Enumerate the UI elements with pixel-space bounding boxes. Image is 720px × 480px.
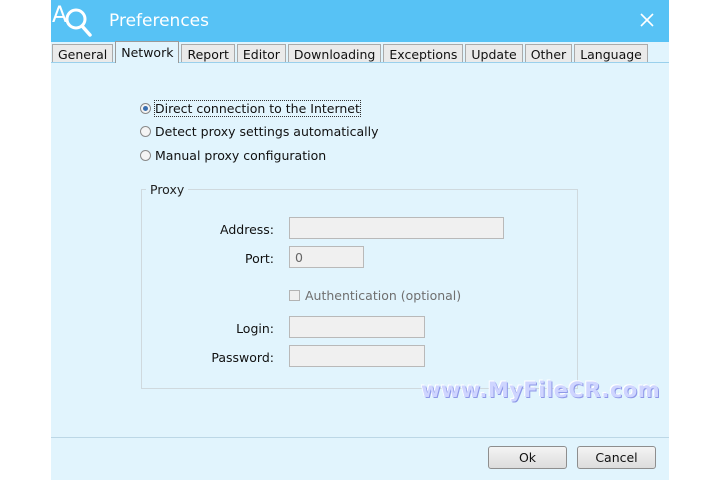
window-title: Preferences [109,11,209,31]
detect-proxy-radio[interactable]: Detect proxy settings automatically [140,124,379,139]
tab-update[interactable]: Update [465,44,523,63]
radio-button-checked[interactable] [140,103,151,114]
tab-bar: General Network Report Editor Downloadin… [52,41,650,63]
proxy-group-title: Proxy [146,182,189,197]
address-input[interactable] [289,217,504,239]
password-label: Password: [211,350,274,365]
manual-proxy-label: Manual proxy configuration [155,148,327,163]
radio-button[interactable] [140,126,151,137]
title-bar: A Preferences [51,0,669,42]
tab-language[interactable]: Language [574,44,648,63]
cancel-button[interactable]: Cancel [577,446,656,469]
detect-proxy-label: Detect proxy settings automatically [155,124,379,139]
tab-report[interactable]: Report [181,44,235,63]
direct-connection-label: Direct connection to the Internet [154,100,361,117]
ok-button[interactable]: Ok [488,446,567,469]
manual-proxy-radio[interactable]: Manual proxy configuration [140,148,326,163]
tab-exceptions[interactable]: Exceptions [383,44,464,63]
close-icon[interactable] [639,12,655,28]
port-label: Port: [245,251,274,266]
tab-general[interactable]: General [52,44,114,63]
port-input[interactable] [289,246,364,268]
address-label: Address: [220,222,274,237]
svg-text:A: A [52,3,67,28]
watermark-text: www.MyFileCR.com [421,378,661,402]
tab-other[interactable]: Other [524,44,573,63]
preferences-window: A Preferences General Network Report Edi… [51,0,669,480]
login-label: Login: [236,321,274,336]
authentication-checkbox[interactable] [289,290,300,301]
app-logo-icon: A [52,3,92,37]
tab-downloading[interactable]: Downloading [287,44,382,63]
radio-button[interactable] [140,150,151,161]
password-input[interactable] [289,345,425,367]
tab-network[interactable]: Network [115,41,180,63]
direct-connection-radio[interactable]: Direct connection to the Internet [140,100,361,117]
login-input[interactable] [289,316,425,338]
authentication-label: Authentication (optional) [305,288,462,303]
authentication-checkbox-row[interactable]: Authentication (optional) [289,288,461,303]
footer-divider [51,437,669,438]
tab-editor[interactable]: Editor [236,44,286,63]
